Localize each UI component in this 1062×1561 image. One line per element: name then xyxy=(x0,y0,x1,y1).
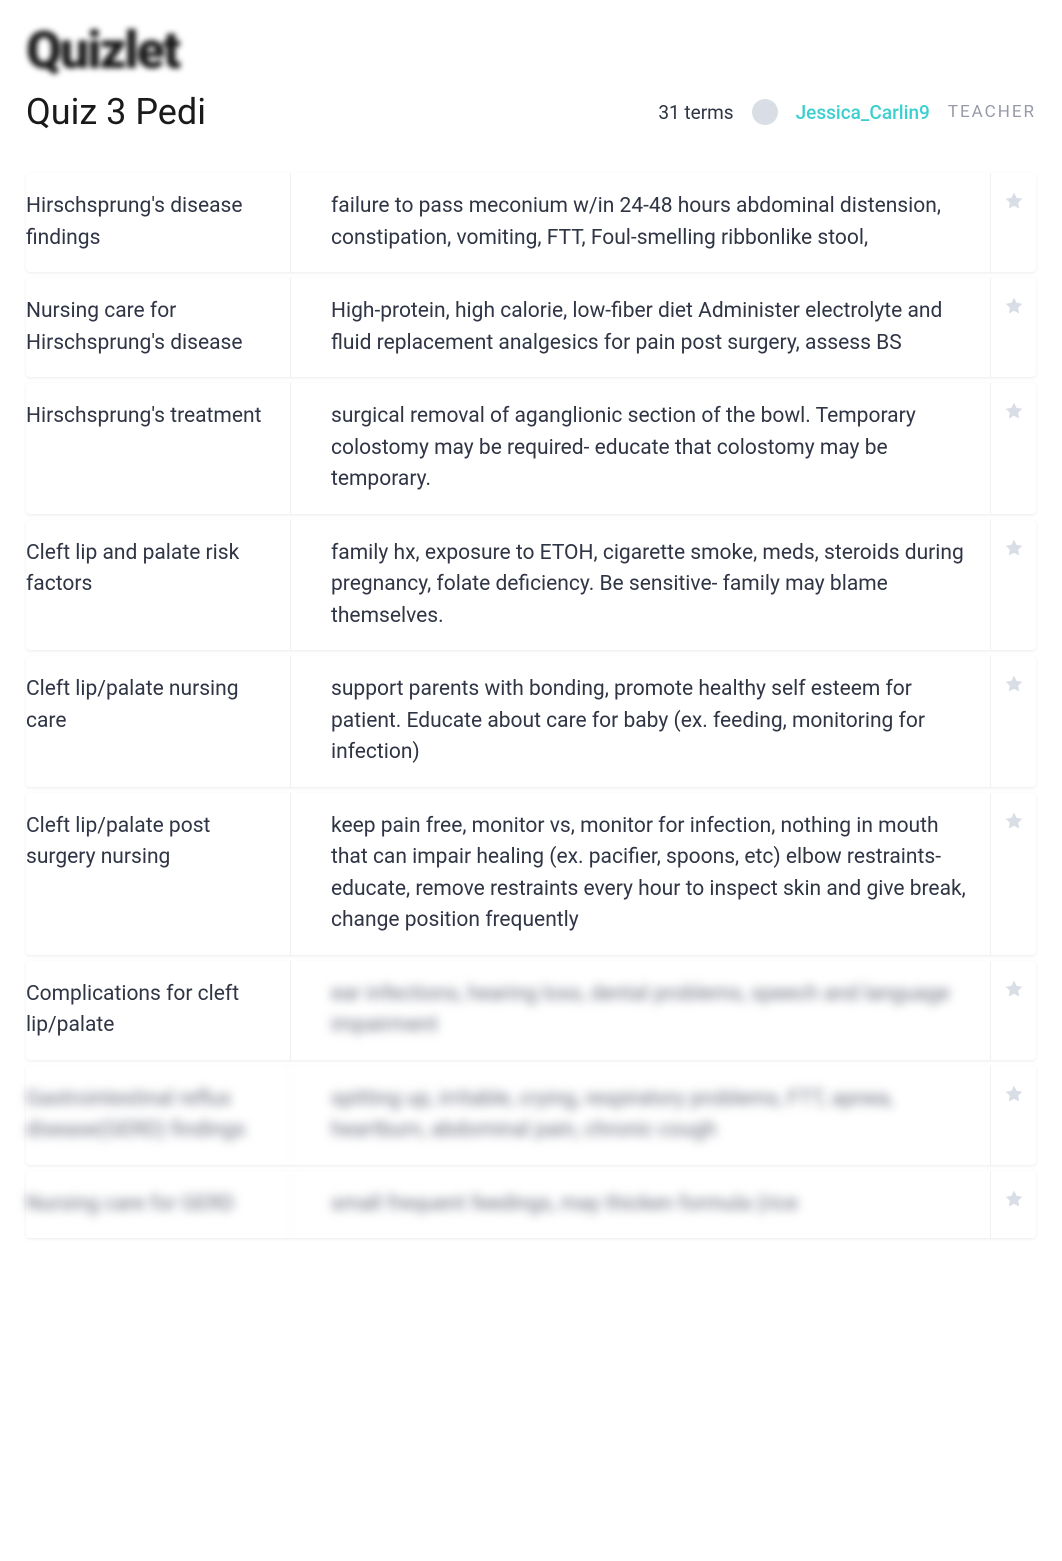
term-count: 31 terms xyxy=(658,101,733,124)
card-term: Cleft lip and palate risk factors xyxy=(26,520,291,651)
flashcard-row: Gastrointestinal reflux disease(GERD) fi… xyxy=(26,1066,1036,1165)
star-icon xyxy=(1004,811,1024,835)
flashcard-row: Cleft lip/palate nursing caresupport par… xyxy=(26,656,1036,787)
card-star-button[interactable] xyxy=(990,656,1036,787)
star-icon xyxy=(1004,674,1024,698)
card-term: Nursing care for Hirschsprung's disease xyxy=(26,278,291,377)
header: Quiz 3 Pedi 31 terms Jessica_Carlin9 TEA… xyxy=(0,91,1062,173)
flashcard-row: Hirschsprung's disease findingsfailure t… xyxy=(26,173,1036,272)
star-icon xyxy=(1004,1189,1024,1213)
card-star-button[interactable] xyxy=(990,383,1036,514)
logo: Quizlet xyxy=(26,20,1062,81)
flashcard-row: Cleft lip/palate post surgery nursingkee… xyxy=(26,793,1036,955)
card-star-button[interactable] xyxy=(990,173,1036,272)
cards-list: Hirschsprung's disease findingsfailure t… xyxy=(0,173,1062,1238)
card-term: Gastrointestinal reflux disease(GERD) fi… xyxy=(26,1066,291,1165)
card-star-button[interactable] xyxy=(990,961,1036,1060)
card-star-button[interactable] xyxy=(990,1171,1036,1239)
flashcard-row: Complications for cleft lip/palateear in… xyxy=(26,961,1036,1060)
meta-info: 31 terms Jessica_Carlin9 TEACHER xyxy=(658,99,1036,125)
star-icon xyxy=(1004,401,1024,425)
logo-text: Quizlet xyxy=(26,20,179,81)
card-definition: small frequent feedings, may thicken for… xyxy=(291,1171,1036,1239)
star-icon xyxy=(1004,191,1024,215)
card-definition: High-protein, high calorie, low-fiber di… xyxy=(291,278,1036,377)
page-title: Quiz 3 Pedi xyxy=(26,91,206,133)
card-star-button[interactable] xyxy=(990,520,1036,651)
card-term: Hirschsprung's treatment xyxy=(26,383,291,514)
flashcard-row: Cleft lip and palate risk factorsfamily … xyxy=(26,520,1036,651)
card-star-button[interactable] xyxy=(990,1066,1036,1165)
author-link[interactable]: Jessica_Carlin9 xyxy=(796,101,930,124)
card-definition: family hx, exposure to ETOH, cigarette s… xyxy=(291,520,1036,651)
card-definition: support parents with bonding, promote he… xyxy=(291,656,1036,787)
card-term: Cleft lip/palate nursing care xyxy=(26,656,291,787)
star-icon xyxy=(1004,1084,1024,1108)
flashcard-row: Hirschsprung's treatmentsurgical removal… xyxy=(26,383,1036,514)
star-icon xyxy=(1004,296,1024,320)
star-icon xyxy=(1004,979,1024,1003)
card-star-button[interactable] xyxy=(990,793,1036,955)
role-badge: TEACHER xyxy=(948,102,1036,122)
card-definition: surgical removal of aganglionic section … xyxy=(291,383,1036,514)
card-term: Nursing care for GERD xyxy=(26,1171,291,1239)
card-term: Cleft lip/palate post surgery nursing xyxy=(26,793,291,955)
flashcard-row: Nursing care for GERDsmall frequent feed… xyxy=(26,1171,1036,1239)
card-definition: ear infections, hearing loss, dental pro… xyxy=(291,961,1036,1060)
card-definition: failure to pass meconium w/in 24-48 hour… xyxy=(291,173,1036,272)
flashcard-row: Nursing care for Hirschsprung's diseaseH… xyxy=(26,278,1036,377)
star-icon xyxy=(1004,538,1024,562)
card-term: Complications for cleft lip/palate xyxy=(26,961,291,1060)
card-star-button[interactable] xyxy=(990,278,1036,377)
card-term: Hirschsprung's disease findings xyxy=(26,173,291,272)
avatar[interactable] xyxy=(752,99,778,125)
card-definition: keep pain free, monitor vs, monitor for … xyxy=(291,793,1036,955)
card-definition: spitting up, irritable, crying, respirat… xyxy=(291,1066,1036,1165)
